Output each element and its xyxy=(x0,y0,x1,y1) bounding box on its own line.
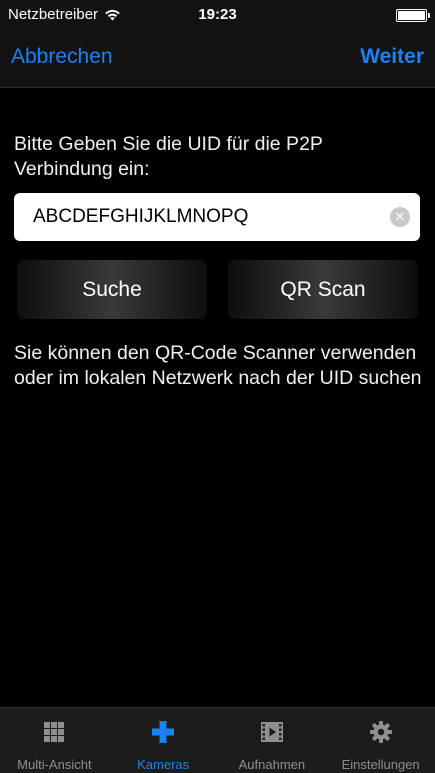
tab-label: Einstellungen xyxy=(341,757,420,772)
tab-cameras[interactable]: Kameras xyxy=(109,708,218,773)
tab-label: Kameras xyxy=(137,757,190,772)
qr-scan-button[interactable]: QR Scan xyxy=(228,260,418,319)
film-icon xyxy=(260,722,283,742)
uid-prompt: Bitte Geben Sie die UID für die P2P Verb… xyxy=(14,133,323,180)
status-bar: Netzbetreiber 19:23 xyxy=(0,0,435,32)
tab-recordings[interactable]: Aufnahmen xyxy=(218,708,327,773)
tab-label: Aufnahmen xyxy=(238,757,306,772)
battery-icon xyxy=(396,9,430,22)
grid-icon xyxy=(44,722,65,742)
gear-icon xyxy=(369,721,392,743)
next-button[interactable]: Weiter xyxy=(360,45,424,69)
tab-multi-view[interactable]: Multi-Ansicht xyxy=(0,708,109,773)
tab-settings[interactable]: Einstellungen xyxy=(326,708,435,773)
info-text: Sie können den QR-Code Scanner verwenden… xyxy=(14,342,422,389)
tab-bar: Multi-Ansicht Kameras Aufnahmen Einstell… xyxy=(0,707,435,773)
search-button[interactable]: Suche xyxy=(17,260,207,319)
uid-field[interactable]: ✕ xyxy=(14,193,420,241)
cancel-button[interactable]: Abbrechen xyxy=(11,45,113,69)
plus-icon xyxy=(152,721,175,743)
navigation-bar: Abbrechen Weiter xyxy=(0,32,435,88)
uid-input[interactable] xyxy=(14,193,384,241)
tab-label: Multi-Ansicht xyxy=(17,757,92,772)
status-time: 19:23 xyxy=(198,6,237,23)
clear-icon[interactable]: ✕ xyxy=(390,207,410,227)
battery-fill xyxy=(398,11,425,20)
